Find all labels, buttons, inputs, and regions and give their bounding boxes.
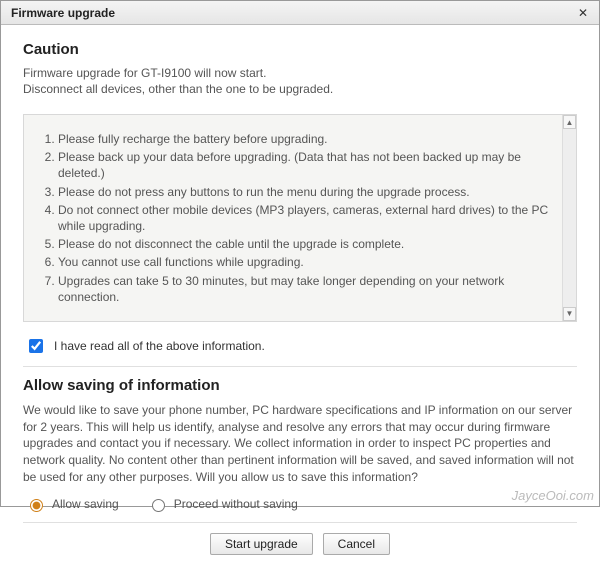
notice-item: Please back up your data before upgradin… — [58, 149, 552, 181]
window-title: Firmware upgrade — [11, 6, 573, 20]
scroll-track[interactable] — [563, 129, 576, 307]
scroll-down-icon[interactable]: ▼ — [563, 307, 576, 321]
notice-list: Please fully recharge the battery before… — [42, 131, 552, 305]
notice-item: Please do not press any buttons to run t… — [58, 184, 552, 200]
allow-radio-group: Allow saving Proceed without saving — [25, 496, 577, 512]
radio-proceed-input[interactable] — [152, 499, 165, 512]
notice-item: You cannot use call functions while upgr… — [58, 254, 552, 270]
notice-item: Please fully recharge the battery before… — [58, 131, 552, 147]
caution-heading: Caution — [23, 41, 577, 58]
caution-line: Disconnect all devices, other than the o… — [23, 82, 577, 96]
allow-heading: Allow saving of information — [23, 377, 577, 394]
start-upgrade-button[interactable]: Start upgrade — [210, 533, 313, 555]
notice-item: Upgrades can take 5 to 30 minutes, but m… — [58, 273, 552, 305]
caution-section: Caution Firmware upgrade for GT-I9100 wi… — [23, 41, 577, 96]
dialog-content: Caution Firmware upgrade for GT-I9100 wi… — [1, 25, 599, 563]
allow-section: Allow saving of information We would lik… — [23, 377, 577, 512]
button-row: Start upgrade Cancel — [23, 522, 577, 555]
confirm-checkbox[interactable] — [29, 339, 43, 353]
close-icon[interactable]: ✕ — [573, 5, 593, 21]
cancel-button[interactable]: Cancel — [323, 533, 390, 555]
caution-line: Firmware upgrade for GT-I9100 will now s… — [23, 66, 577, 80]
radio-allow-input[interactable] — [30, 499, 43, 512]
titlebar: Firmware upgrade ✕ — [1, 1, 599, 25]
separator — [23, 366, 577, 367]
radio-allow-label: Allow saving — [52, 497, 119, 511]
confirm-label: I have read all of the above information… — [54, 339, 265, 353]
radio-allow-saving[interactable]: Allow saving — [25, 496, 119, 512]
notice-item: Please do not disconnect the cable until… — [58, 236, 552, 252]
radio-proceed-without[interactable]: Proceed without saving — [147, 496, 298, 512]
notice-list-box: Please fully recharge the battery before… — [23, 114, 577, 322]
radio-proceed-label: Proceed without saving — [174, 497, 298, 511]
scrollbar[interactable]: ▲ ▼ — [562, 115, 576, 321]
scroll-up-icon[interactable]: ▲ — [563, 115, 576, 129]
notice-item: Do not connect other mobile devices (MP3… — [58, 202, 552, 234]
allow-body: We would like to save your phone number,… — [23, 402, 577, 486]
confirm-row: I have read all of the above information… — [25, 336, 577, 356]
